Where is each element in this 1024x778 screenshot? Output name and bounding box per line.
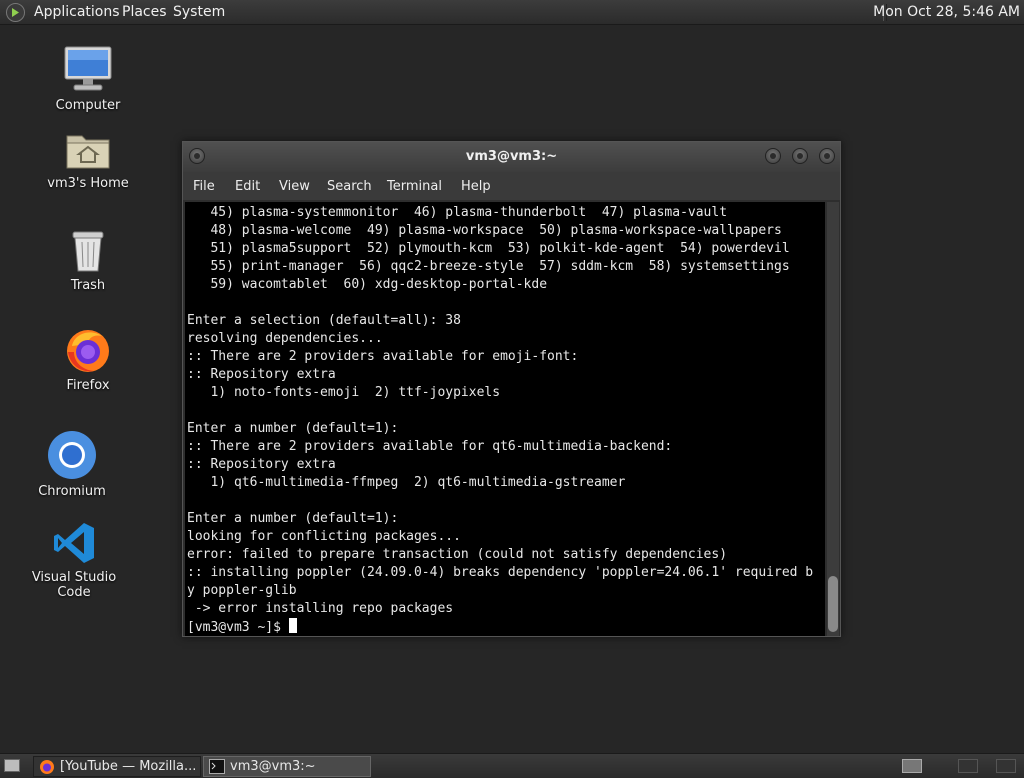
- terminal-line: 51) plasma5support 52) plymouth-kcm 53) …: [187, 241, 790, 256]
- desktop-icon-label: vm3's Home: [47, 176, 129, 191]
- firefox-icon: [40, 760, 54, 774]
- desktop-icon-home[interactable]: vm3's Home: [28, 128, 148, 191]
- terminal-line: 59) wacomtablet 60) xdg-desktop-portal-k…: [187, 277, 548, 292]
- clock[interactable]: Mon Oct 28, 5:46 AM: [873, 4, 1020, 20]
- minimize-button[interactable]: [765, 148, 781, 164]
- desktop-icon-label: Computer: [55, 98, 121, 113]
- desktop-icon-label: Visual Studio Code: [31, 570, 117, 600]
- window-titlebar[interactable]: vm3@vm3:~: [183, 142, 840, 172]
- taskbar-item-terminal[interactable]: vm3@vm3:~: [203, 756, 371, 777]
- trash-icon: [72, 231, 104, 272]
- terminal-line: Enter a number (default=1):: [187, 511, 399, 526]
- desktop-icon-label: Trash: [70, 278, 106, 293]
- taskbar-item-label: vm3@vm3:~: [230, 759, 316, 774]
- close-button[interactable]: [819, 148, 835, 164]
- terminal-prompt: [vm3@vm3 ~]$: [187, 620, 289, 635]
- terminal-line: -> error installing repo packages: [187, 601, 454, 616]
- terminal-line: :: Repository extra: [187, 457, 336, 472]
- terminal-line: 55) print-manager 56) qqc2-breeze-style …: [187, 259, 790, 274]
- desktop-icon-firefox[interactable]: Firefox: [28, 326, 148, 393]
- places-menu[interactable]: Places: [122, 4, 167, 20]
- menu-file[interactable]: File: [193, 179, 215, 194]
- home-folder-icon: [66, 135, 110, 169]
- terminal-scrollbar[interactable]: [827, 202, 839, 636]
- taskbar-item-firefox[interactable]: [YouTube — Mozilla...: [33, 756, 201, 777]
- firefox-icon: [67, 330, 109, 372]
- terminal-line: looking for conflicting packages...: [187, 529, 461, 544]
- workspace-1[interactable]: [902, 759, 922, 773]
- scrollbar-thumb[interactable]: [828, 576, 838, 632]
- terminal-line: 48) plasma-welcome 49) plasma-workspace …: [187, 223, 782, 238]
- terminal-line: :: installing poppler (24.09.0-4) breaks…: [187, 565, 814, 580]
- terminal-cursor: [288, 618, 297, 633]
- terminal-menubar: File Edit View Search Terminal Help: [183, 172, 840, 200]
- terminal-line: 45) plasma-systemmonitor 46) plasma-thun…: [187, 205, 728, 220]
- terminal-icon: [209, 759, 225, 774]
- desktop-icon-label: Chromium: [38, 484, 106, 499]
- menu-view[interactable]: View: [279, 179, 310, 194]
- desktop-icon-computer[interactable]: Computer: [28, 44, 148, 113]
- maximize-button[interactable]: [792, 148, 808, 164]
- desktop-icon-vscode[interactable]: Visual Studio Code: [14, 520, 134, 600]
- taskbar-item-label: [YouTube — Mozilla...: [60, 759, 197, 774]
- terminal-text: 45) plasma-systemmonitor 46) plasma-thun…: [187, 204, 813, 636]
- menu-edit[interactable]: Edit: [235, 179, 260, 194]
- workspace-3[interactable]: [996, 759, 1016, 773]
- terminal-line: error: failed to prepare transaction (co…: [187, 547, 728, 562]
- menu-search[interactable]: Search: [327, 179, 372, 194]
- menu-help[interactable]: Help: [461, 179, 491, 194]
- terminal-line: :: There are 2 providers available for q…: [187, 439, 673, 454]
- bottom-panel: [YouTube — Mozilla... vm3@vm3:~: [0, 753, 1024, 778]
- system-menu[interactable]: System: [173, 4, 225, 20]
- terminal-line: y poppler-glib: [187, 583, 297, 598]
- vscode-icon: [54, 523, 94, 563]
- desktop-icon-label: Firefox: [66, 378, 110, 393]
- terminal-window: vm3@vm3:~ File Edit View Search Terminal…: [182, 141, 841, 637]
- show-desktop-icon[interactable]: [4, 759, 20, 772]
- top-panel: Applications Places System Mon Oct 28, 5…: [0, 0, 1024, 25]
- terminal-line: 1) qt6-multimedia-ffmpeg 2) qt6-multimed…: [187, 475, 626, 490]
- desktop-icon-trash[interactable]: Trash: [28, 228, 148, 293]
- terminal-output[interactable]: 45) plasma-systemmonitor 46) plasma-thun…: [185, 202, 825, 636]
- workspace-2[interactable]: [958, 759, 978, 773]
- chromium-icon: [48, 431, 96, 479]
- terminal-line: :: There are 2 providers available for e…: [187, 349, 579, 364]
- applications-menu[interactable]: Applications: [34, 4, 120, 20]
- menu-terminal[interactable]: Terminal: [387, 179, 442, 194]
- terminal-line: Enter a number (default=1):: [187, 421, 399, 436]
- window-title: vm3@vm3:~: [465, 149, 558, 164]
- desktop-icon-chromium[interactable]: Chromium: [12, 430, 132, 499]
- terminal-line: :: Repository extra: [187, 367, 336, 382]
- computer-icon: [64, 46, 112, 91]
- menu-logo-icon[interactable]: [6, 3, 25, 22]
- terminal-line: Enter a selection (default=all): 38: [187, 313, 461, 328]
- terminal-line: 1) noto-fonts-emoji 2) ttf-joypixels: [187, 385, 501, 400]
- terminal-line: resolving dependencies...: [187, 331, 383, 346]
